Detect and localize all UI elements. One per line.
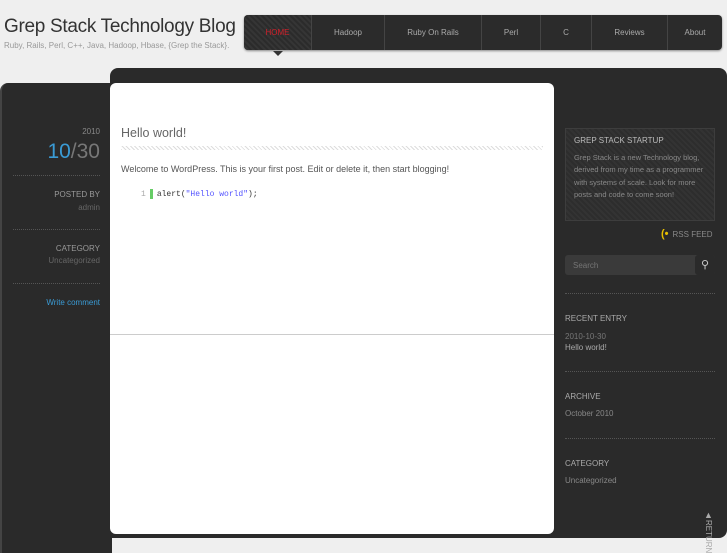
recent-entry-date: 2010-10-30 (565, 332, 606, 341)
post-body: Welcome to WordPress. This is your first… (121, 164, 450, 174)
nav-reviews[interactable]: Reviews (592, 15, 668, 50)
divider (565, 371, 715, 372)
post-day: /30 (70, 140, 100, 163)
recent-entry-link[interactable]: Hello world! (565, 343, 607, 352)
divider (13, 175, 100, 176)
title-underline (121, 146, 543, 150)
code-block: 1 alert("Hello world"); (141, 189, 258, 199)
nav-ruby-on-rails[interactable]: Ruby On Rails (385, 15, 482, 50)
search-icon: ⚲ (700, 259, 710, 271)
recent-entry-title: RECENT ENTRY (565, 314, 627, 323)
post-month: 10 (47, 140, 71, 163)
return-label: RETURN (704, 520, 713, 553)
nav-perl[interactable]: Perl (482, 15, 541, 50)
code-line-number: 1 (141, 189, 146, 199)
divider (110, 334, 554, 335)
posted-by-label: POSTED BY (54, 190, 100, 199)
startup-widget: GREP STACK STARTUP Grep Stack is a new T… (565, 128, 715, 221)
code-fn: alert( (156, 189, 186, 199)
nav-active-indicator (273, 51, 283, 56)
nav-home[interactable]: HOME (244, 15, 312, 50)
divider (565, 293, 715, 294)
code-string: "Hello world" (185, 189, 249, 199)
rss-label: RSS FEED (672, 229, 713, 239)
write-comment-link[interactable]: Write comment (46, 298, 100, 307)
post-author[interactable]: admin (78, 203, 100, 212)
category-widget-link[interactable]: Uncategorized (565, 476, 617, 485)
search-box: ⚲ (565, 255, 715, 275)
startup-title: GREP STACK STARTUP (574, 136, 664, 145)
search-input[interactable] (565, 255, 689, 275)
site-tagline: Ruby, Rails, Perl, C++, Java, Hadoop, Hb… (4, 41, 230, 50)
post-card (110, 83, 554, 534)
rss-feed-link[interactable]: (• RSS FEED (661, 228, 713, 240)
divider (13, 283, 100, 284)
category-widget-title: CATEGORY (565, 459, 610, 468)
arrow-up-icon: ▲ (704, 510, 713, 520)
startup-text: Grep Stack is a new Technology blog, der… (574, 152, 704, 200)
code-end: ); (248, 189, 258, 199)
category-label: CATEGORY (55, 244, 100, 253)
archive-link[interactable]: October 2010 (565, 409, 613, 418)
post-title[interactable]: Hello world! (121, 126, 186, 140)
nav-about[interactable]: About (668, 15, 722, 50)
archive-title: ARCHIVE (565, 392, 601, 401)
post-category[interactable]: Uncategorized (48, 256, 100, 265)
divider (13, 229, 100, 230)
site-title[interactable]: Grep Stack Technology Blog (4, 16, 236, 38)
nav-c[interactable]: C (541, 15, 592, 50)
nav-hadoop[interactable]: Hadoop (312, 15, 385, 50)
rss-icon: (• (661, 228, 669, 240)
code-gutter-marker (149, 189, 153, 199)
search-button[interactable]: ⚲ (695, 255, 715, 275)
divider (565, 438, 715, 439)
return-to-top[interactable]: ▲ RETURN (704, 510, 713, 553)
main-nav: HOME Hadoop Ruby On Rails Perl C Reviews… (244, 15, 722, 50)
post-year: 2010 (82, 127, 100, 136)
